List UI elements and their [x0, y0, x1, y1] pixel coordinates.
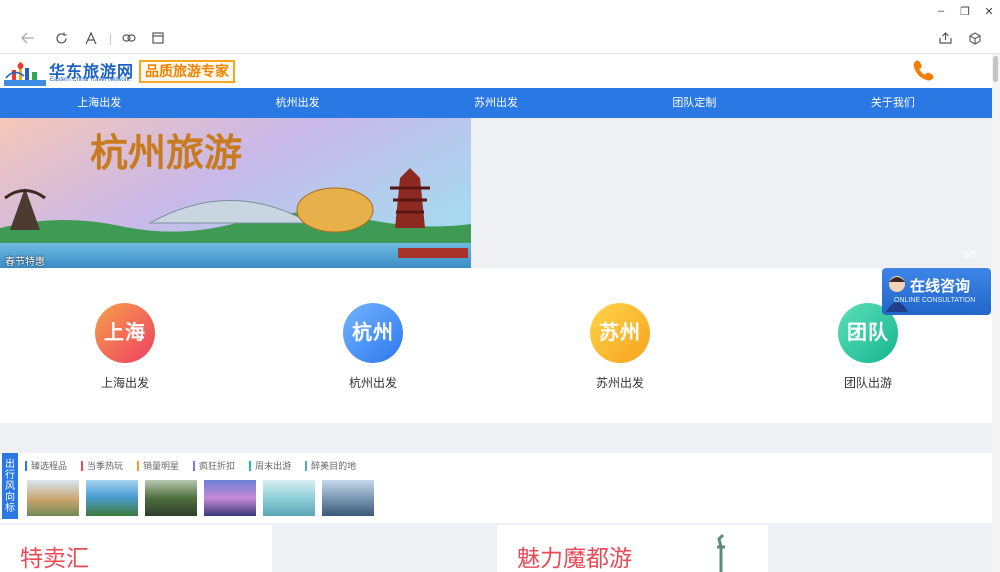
promo-sale[interactable]: 特卖汇: [0, 525, 272, 572]
restore-button[interactable]: ❐: [954, 3, 976, 19]
hangzhou-badge: 杭州: [343, 303, 403, 363]
entry-hangzhou[interactable]: 杭州 杭州出发: [313, 303, 433, 391]
suzhou-badge: 苏州: [590, 303, 650, 363]
banner-caption: 春节特惠: [5, 257, 45, 268]
nav-about[interactable]: 关于我们: [794, 88, 992, 118]
cube-icon[interactable]: [965, 29, 985, 47]
thumbnail-image[interactable]: [27, 480, 79, 516]
browser-toolbar: [0, 22, 1000, 54]
web-page: 华东旅游网 Eastern China Travel Network 品质旅游专…: [0, 54, 992, 572]
promo-sale-title: 特卖汇: [20, 545, 89, 571]
main-nav: 上海出发 杭州出发 苏州出发 团队定制 关于我们: [0, 88, 992, 118]
banner-title: 杭州旅游: [90, 130, 242, 175]
close-button[interactable]: ✕: [978, 3, 1000, 19]
back-arrow-icon[interactable]: [18, 29, 38, 47]
promo-tour-title: 魅力魔都游: [517, 545, 632, 571]
logo-subtitle: Eastern China Travel Network: [50, 77, 130, 83]
consult-title: 在线咨询: [910, 278, 971, 295]
guide-tab[interactable]: 疯狂折扣: [193, 461, 235, 471]
minimize-button[interactable]: –: [930, 3, 952, 19]
nav-team-custom[interactable]: 团队定制: [595, 88, 793, 118]
guide-tab[interactable]: 当季热玩: [81, 461, 123, 471]
entry-label: 上海出发: [100, 376, 149, 390]
entry-label: 苏州出发: [595, 376, 644, 390]
statue-icon: [717, 533, 725, 572]
window-titlebar: – ❐ ✕: [0, 0, 1000, 22]
layout-icon[interactable]: [148, 29, 168, 47]
entry-shanghai[interactable]: 上海 上海出发: [65, 303, 185, 391]
banner-counter: 3/5: [963, 250, 977, 261]
nav-hangzhou[interactable]: 杭州出发: [198, 88, 396, 118]
thumbnail-image[interactable]: [86, 480, 138, 516]
entry-label: 团队出游: [843, 376, 892, 390]
consult-subtitle: ONLINE CONSULTATION: [894, 297, 976, 304]
promo-shanghai-tour[interactable]: 魅力魔都游: [497, 525, 768, 572]
toolbar-divider: [110, 33, 111, 45]
guide-tab[interactable]: 销量明星: [137, 461, 179, 471]
refresh-icon[interactable]: [51, 29, 71, 47]
entry-team[interactable]: 团队 团队出游: [808, 303, 928, 391]
nav-shanghai[interactable]: 上海出发: [0, 88, 198, 118]
phone-icon[interactable]: [910, 58, 936, 84]
font-icon[interactable]: [81, 29, 101, 47]
guide-tabs: 臻选程品 当季热玩 销量明星 疯狂折扣 周末出游 醉美目的地: [25, 461, 370, 471]
thumbnail-image[interactable]: [263, 480, 315, 516]
scrollbar[interactable]: [992, 54, 1000, 572]
banner-carousel[interactable]: 杭州旅游 春节特惠 3/5: [0, 118, 992, 268]
scrollbar-thumb[interactable]: [993, 56, 998, 82]
thumbnail-image[interactable]: [204, 480, 256, 516]
banner-image[interactable]: 杭州旅游: [0, 118, 471, 268]
entry-suzhou[interactable]: 苏州 苏州出发: [560, 303, 680, 391]
guide-tab[interactable]: 醉美目的地: [305, 461, 356, 471]
shanghai-badge: 上海: [95, 303, 155, 363]
logo-icon[interactable]: [4, 56, 46, 86]
agent-avatar-icon: [886, 276, 908, 312]
guide-tab[interactable]: 周末出游: [249, 461, 291, 471]
nav-suzhou[interactable]: 苏州出发: [397, 88, 595, 118]
guide-label: 出行风向标: [2, 453, 18, 519]
link-icon[interactable]: [119, 29, 139, 47]
entry-label: 杭州出发: [348, 376, 397, 390]
site-header: 华东旅游网 Eastern China Travel Network 品质旅游专…: [0, 54, 992, 88]
guide-tab[interactable]: 臻选程品: [25, 461, 67, 471]
share-icon[interactable]: [935, 29, 955, 47]
slogan-badge: 品质旅游专家: [139, 60, 235, 83]
thumbnail-image[interactable]: [322, 480, 374, 516]
departure-entries: 上海 上海出发 杭州 杭州出发 苏州 苏州出发 团队 团队出游: [0, 268, 992, 423]
thumbnail-image[interactable]: [145, 480, 197, 516]
online-consult-button[interactable]: 在线咨询 ONLINE CONSULTATION: [882, 268, 991, 315]
guide-thumbnails: [27, 480, 381, 516]
travel-guide: 出行风向标 臻选程品 当季热玩 销量明星 疯狂折扣 周末出游 醉美目的地: [0, 453, 992, 523]
